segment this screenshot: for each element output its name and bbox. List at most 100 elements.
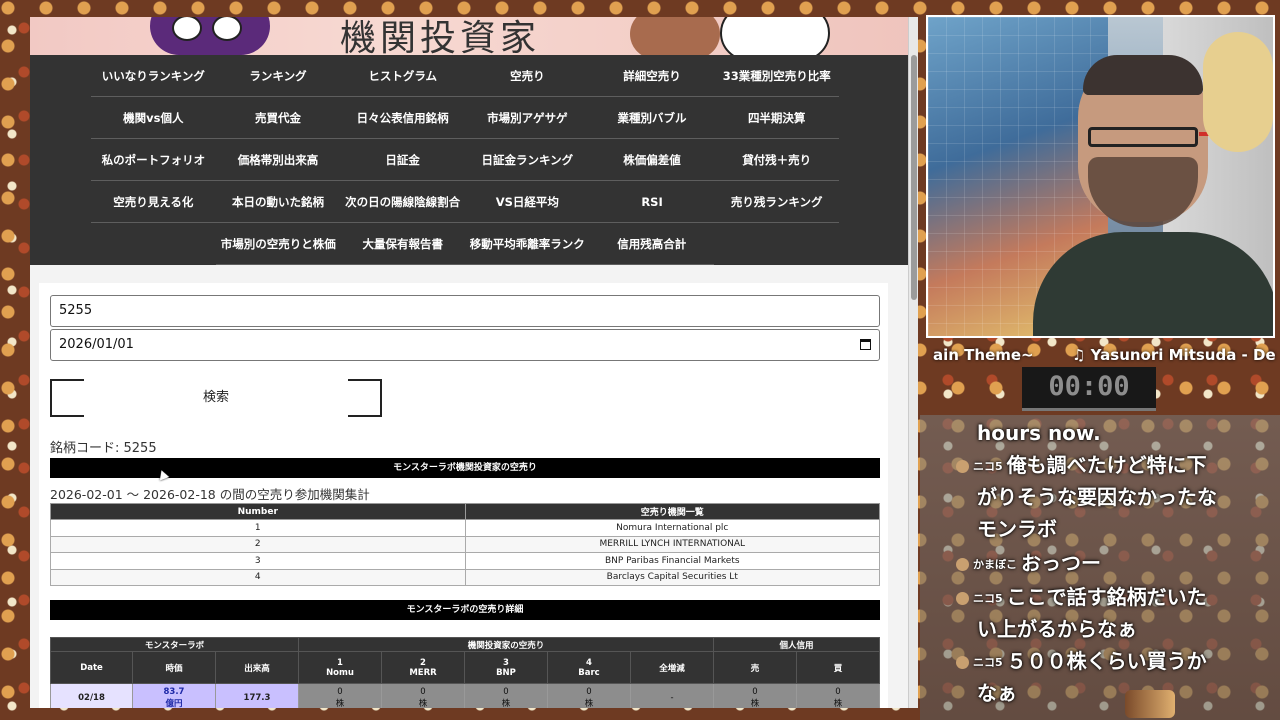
stock-code-label: 銘柄コード: 5255 — [50, 441, 157, 456]
nav-item[interactable]: 33業種別空売り比率 — [714, 55, 839, 96]
banner-character-brown — [630, 17, 720, 55]
table-cell: Barclays Capital Securities Lt — [464, 568, 880, 586]
column-header: 時価 — [132, 651, 216, 684]
column-header: 全増減 — [630, 651, 714, 684]
nav-item[interactable]: 株価偏差値 — [590, 139, 715, 180]
table-row: 02/18 83.7 億円 177.3 0株 0株 0株 0株 - 0株 0株 — [50, 683, 880, 709]
nav-row-2: 機関vs個人 売買代金 日々公表信用銘柄 市場別アゲサゲ 業種別バブル 四半期決… — [91, 97, 839, 139]
volume-cell: 177.3 — [215, 683, 299, 708]
date-input[interactable]: 2026/01/01 — [50, 329, 880, 361]
nav-item[interactable]: ヒストグラム — [340, 55, 465, 96]
table-header: Number — [50, 503, 466, 520]
nav-item[interactable]: 売買代金 — [216, 97, 341, 138]
banner-character-white — [720, 17, 830, 55]
group-header: 機関投資家の空売り — [298, 637, 714, 652]
nav-item[interactable]: 本日の動いた銘柄 — [216, 181, 341, 222]
stock-code-input[interactable]: 5255 — [50, 295, 880, 327]
nav-item[interactable]: 日証金ランキング — [465, 139, 590, 180]
chat-line: なぁ — [977, 681, 1017, 705]
table-cell: 3 — [50, 552, 466, 570]
nav-item[interactable]: 私のポートフォリオ — [91, 139, 216, 180]
nav-item[interactable]: いいなりランキング — [91, 55, 216, 96]
main-content: 5255 2026/01/01 検索 銘柄コード: 5255 モンスターラボ機関… — [30, 283, 908, 708]
column-header: 2 MERR — [381, 651, 465, 684]
chat-line: がりそうな要因なかったな — [977, 485, 1217, 509]
nav-item[interactable]: 空売り — [465, 55, 590, 96]
page-scrollbar[interactable] — [908, 17, 918, 708]
table-cell: MERRILL LYNCH INTERNATIONAL — [464, 535, 880, 553]
table-cell: 4 — [50, 568, 466, 586]
short-cell: 0株 — [298, 683, 382, 708]
nav-item[interactable]: 信用残高合計 — [590, 223, 715, 264]
short-cell: 0株 — [381, 683, 465, 708]
date-cell: 02/18 — [50, 683, 133, 708]
column-header: 1 Nomu — [298, 651, 382, 684]
avatar — [956, 656, 969, 669]
nav-item[interactable]: 四半期決算 — [714, 97, 839, 138]
teddy-bear — [1203, 32, 1273, 152]
period-text: 2026-02-01 ～ 2026-02-18 の間の空売り参加機関集計 — [50, 487, 370, 502]
column-header: 売 — [713, 651, 797, 684]
chat-line: かまぼこ おっつー — [920, 547, 1280, 581]
streamer-glasses — [1088, 127, 1235, 147]
nav-item[interactable]: 売り残ランキング — [714, 181, 839, 222]
table-header: 空売り機関一覧 — [464, 503, 880, 520]
streamer-hair — [1083, 55, 1203, 95]
nav-item[interactable]: 貸付残＋売り — [714, 139, 839, 180]
now-playing-right: ♫ Yasunori Mitsuda - De — [1072, 346, 1276, 364]
nav-item[interactable]: 価格帯別出来高 — [216, 139, 341, 180]
site-banner: 機関投資家 — [30, 17, 918, 55]
table-cell: Nomura International plc — [464, 519, 880, 537]
price-value: 83.7 — [163, 686, 185, 697]
short-cell: 0株 — [547, 683, 631, 708]
search-card: 5255 2026/01/01 検索 銘柄コード: 5255 モンスターラボ機関… — [39, 283, 888, 708]
nav-item[interactable]: 次の日の陽線陰線割合 — [340, 181, 465, 222]
margin-sell-cell: 0株 — [713, 683, 797, 708]
chat-line: ニコ5 ここで話す銘柄だいた — [920, 581, 1280, 615]
chat-overlay: hours now. ニコ5 俺も調べたけど特に下 がりそうな要因なかったな モン… — [920, 415, 1280, 720]
nav-item[interactable]: 大量保有報告書 — [341, 223, 466, 264]
scrollbar-thumb[interactable] — [911, 55, 917, 300]
total-change-cell: - — [630, 683, 714, 708]
table-cell: BNP Paribas Financial Markets — [464, 552, 880, 570]
search-button[interactable]: 検索 — [50, 378, 382, 418]
nav-item[interactable]: 市場別の空売りと株価 — [216, 223, 341, 264]
table-cell: 2 — [50, 535, 466, 553]
short-cell: 0株 — [464, 683, 548, 708]
column-header: 4 Barc — [547, 651, 631, 684]
main-nav: いいなりランキング ランキング ヒストグラム 空売り 詳細空売り 33業種別空売… — [30, 55, 918, 265]
avatar — [956, 558, 969, 571]
date-value: 2026/01/01 — [59, 337, 134, 352]
calendar-icon[interactable] — [860, 339, 871, 350]
nav-row-4: 空売り見える化 本日の動いた銘柄 次の日の陽線陰線割合 VS日経平均 RSI 売… — [91, 181, 839, 223]
section-title-institutional: モンスターラボ機関投資家の空売り — [50, 458, 880, 478]
nav-item[interactable]: 市場別アゲサゲ — [465, 97, 590, 138]
nav-item[interactable]: 日々公表信用銘柄 — [340, 97, 465, 138]
chat-line: ニコ5 俺も調べたけど特に下 — [920, 449, 1280, 483]
webcam-feed — [926, 15, 1275, 338]
detail-table: モンスターラボ 機関投資家の空売り 個人信用 Date 時価 出来高 1 Nom… — [50, 637, 880, 708]
nav-row-3: 私のポートフォリオ 価格帯別出来高 日証金 日証金ランキング 株価偏差値 貸付残… — [91, 139, 839, 181]
price-unit: 億円 — [165, 698, 183, 709]
nav-item[interactable]: 機関vs個人 — [91, 97, 216, 138]
margin-buy-cell: 0株 — [796, 683, 880, 708]
nav-item[interactable]: 日証金 — [340, 139, 465, 180]
section-title-detail: モンスターラボの空売り詳細 — [50, 600, 880, 620]
chat-line: モンラボ — [977, 517, 1057, 541]
group-header: モンスターラボ — [50, 637, 299, 652]
column-header: Date — [50, 651, 133, 684]
nav-item[interactable]: 詳細空売り — [590, 55, 715, 96]
price-cell: 83.7 億円 — [132, 683, 216, 709]
nav-item[interactable]: 移動平均乖離率ランク — [465, 223, 590, 264]
search-button-label: 検索 — [202, 390, 229, 405]
nav-item[interactable]: 業種別バブル — [590, 97, 715, 138]
group-header: 個人信用 — [713, 637, 880, 652]
avatar — [956, 592, 969, 605]
nav-item[interactable]: VS日経平均 — [465, 181, 590, 222]
nav-item[interactable]: 空売り見える化 — [91, 181, 216, 222]
banner-character-purple — [150, 17, 270, 55]
nav-item[interactable]: ランキング — [216, 55, 341, 96]
table-row: 2 MERRILL LYNCH INTERNATIONAL — [50, 535, 880, 553]
nav-item[interactable]: RSI — [590, 181, 715, 222]
column-header: 買 — [796, 651, 880, 684]
